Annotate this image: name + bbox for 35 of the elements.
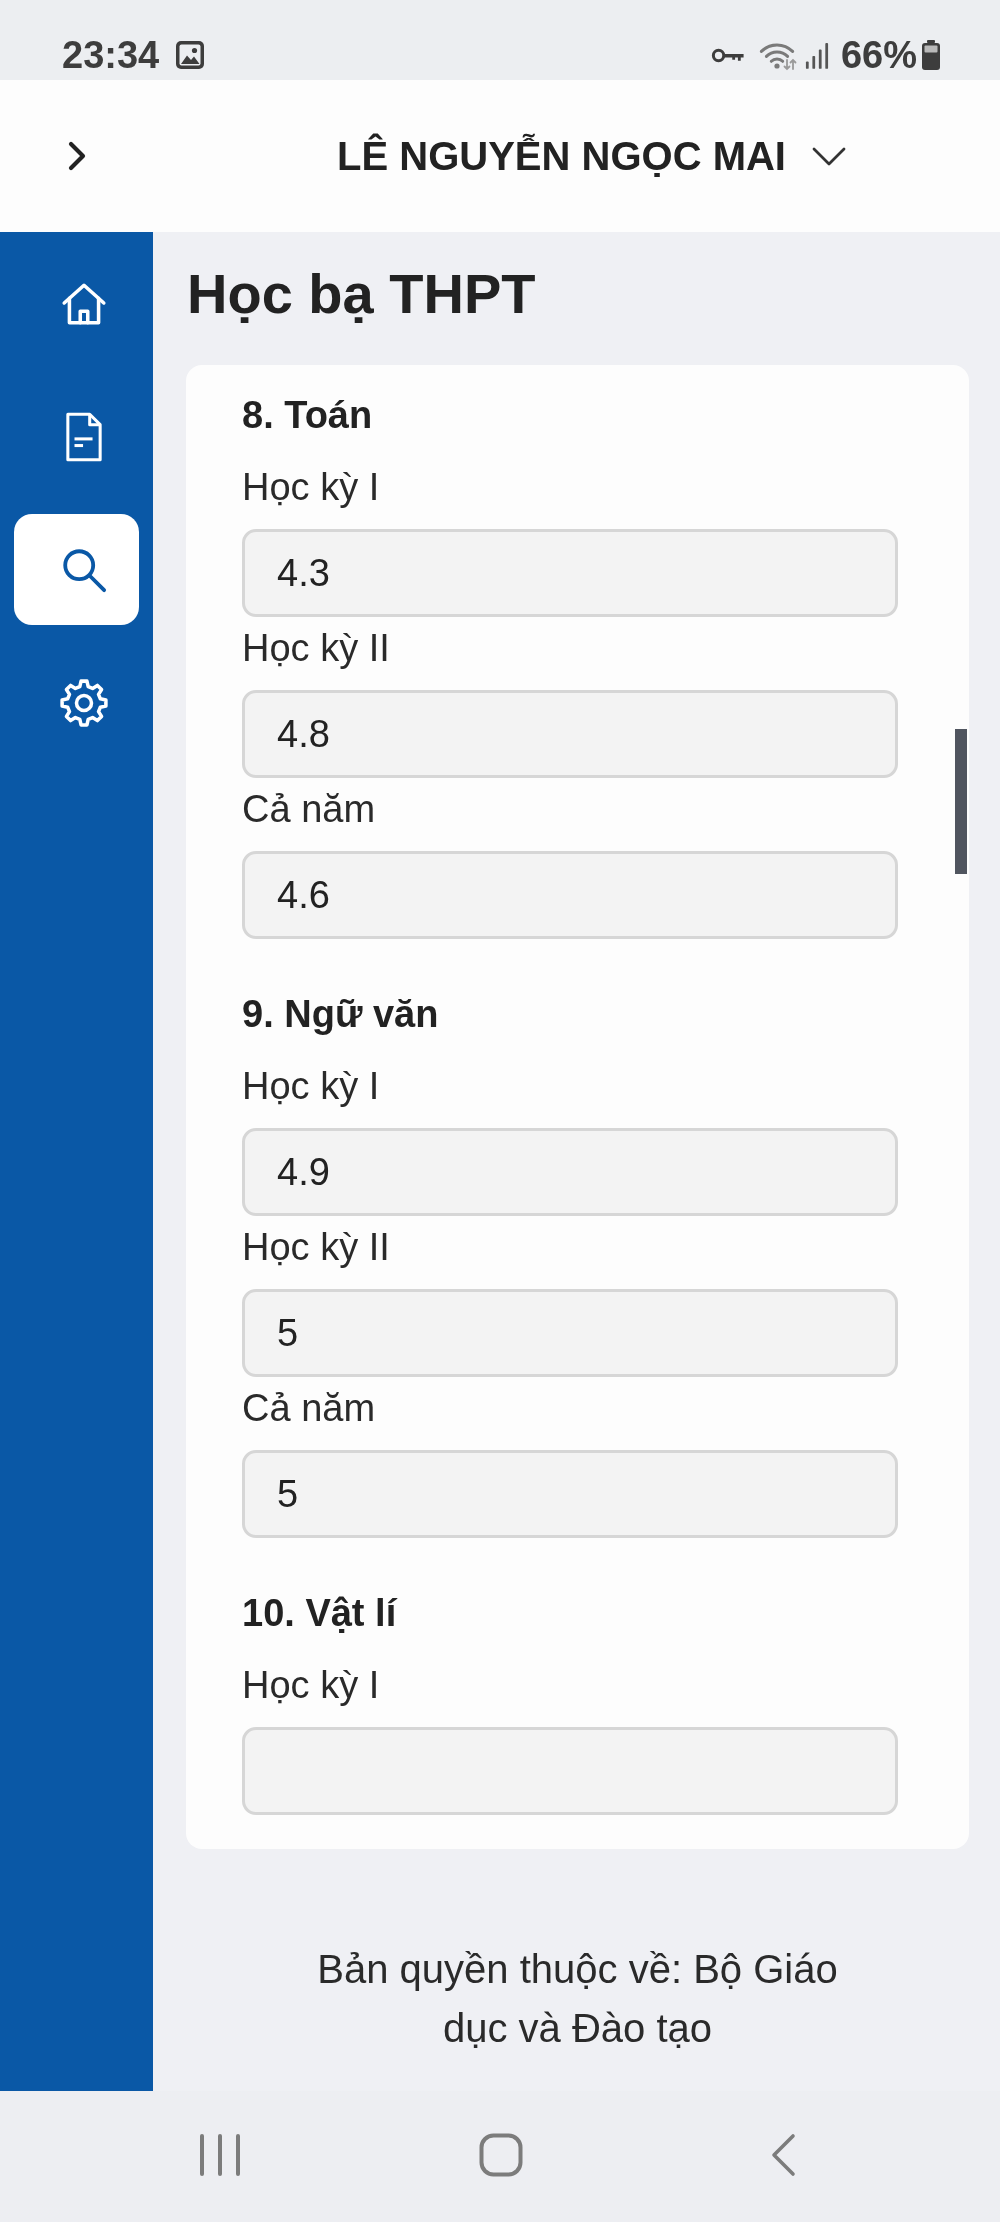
home-square-icon[interactable] [479,2132,523,2177]
score-field[interactable]: 5 [242,1450,898,1538]
field-label: Học kỳ II [242,1225,391,1270]
score-field[interactable]: 5 [242,1289,898,1377]
chevron-right-icon[interactable] [67,141,86,171]
field-label: Học kỳ I [242,1064,381,1109]
field-label: Học kỳ I [242,465,381,510]
subject-heading: 10. Vật lí [242,1591,399,1636]
search-icon [61,546,107,593]
score-field[interactable]: 4.6 [242,851,898,939]
gallery-icon [175,40,206,70]
settings-icon [59,677,109,728]
sidebar-nav-button[interactable] [14,514,139,625]
field-label: Cả năm [242,1386,377,1431]
score-field[interactable]: 4.9 [242,1128,898,1216]
copyright-text: Bản quyền thuộc về: Bộ Giáo dục và Đào tạo [316,1946,839,2052]
key-icon [710,46,745,64]
score-field[interactable] [242,1727,898,1815]
document-icon [65,411,103,462]
back-icon[interactable] [770,2132,796,2177]
subject-heading: 8. Toán [242,393,374,438]
signal-icon [804,40,829,70]
subject-heading: 9. Ngữ văn [242,992,440,1037]
score-field[interactable]: 4.8 [242,690,898,778]
field-label: Học kỳ II [242,626,391,671]
recent-apps-icon[interactable] [198,2132,242,2177]
page-title: Học bạ THPT [187,262,537,326]
status-time: 23:34 [62,33,160,77]
field-label: Học kỳ I [242,1663,381,1708]
chevron-down-icon [811,146,846,166]
battery-icon [921,40,941,70]
battery-percentage: 66% [840,33,917,77]
score-field[interactable]: 4.3 [242,529,898,617]
field-label: Cả năm [242,787,377,832]
user-name-dropdown[interactable]: LÊ NGUYỄN NGỌC MAI [337,132,846,180]
